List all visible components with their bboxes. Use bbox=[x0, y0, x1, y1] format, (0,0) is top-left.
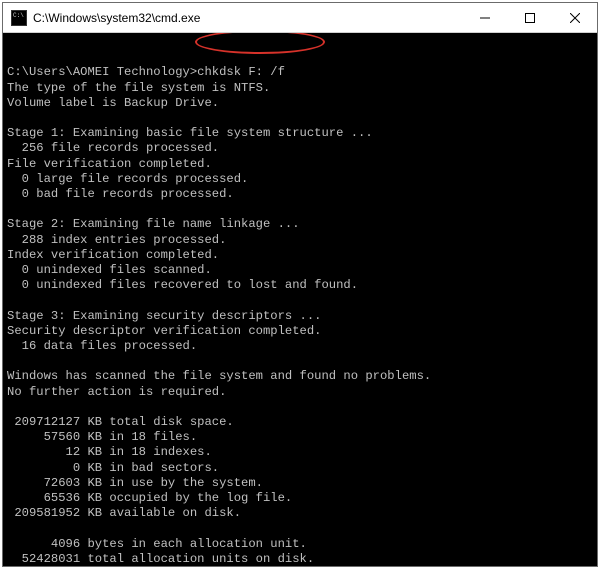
window-controls bbox=[462, 3, 597, 32]
maximize-button[interactable] bbox=[507, 3, 552, 32]
cmd-icon bbox=[11, 10, 27, 26]
titlebar[interactable]: C:\Windows\system32\cmd.exe bbox=[3, 3, 597, 33]
close-button[interactable] bbox=[552, 3, 597, 32]
highlight-ellipse bbox=[195, 33, 325, 54]
prompt-line: C:\Users\AOMEI Technology>chkdsk F: /f bbox=[7, 65, 593, 80]
window-title: C:\Windows\system32\cmd.exe bbox=[33, 11, 462, 25]
prompt-path: C:\Users\AOMEI Technology> bbox=[7, 65, 197, 79]
console-output[interactable]: C:\Users\AOMEI Technology>chkdsk F: /fTh… bbox=[3, 33, 597, 566]
output-block: The type of the file system is NTFS. Vol… bbox=[7, 81, 593, 566]
cmd-window: C:\Windows\system32\cmd.exe C:\Users\AOM… bbox=[2, 2, 598, 567]
minimize-button[interactable] bbox=[462, 3, 507, 32]
prompt-command: chkdsk F: /f bbox=[197, 65, 285, 79]
